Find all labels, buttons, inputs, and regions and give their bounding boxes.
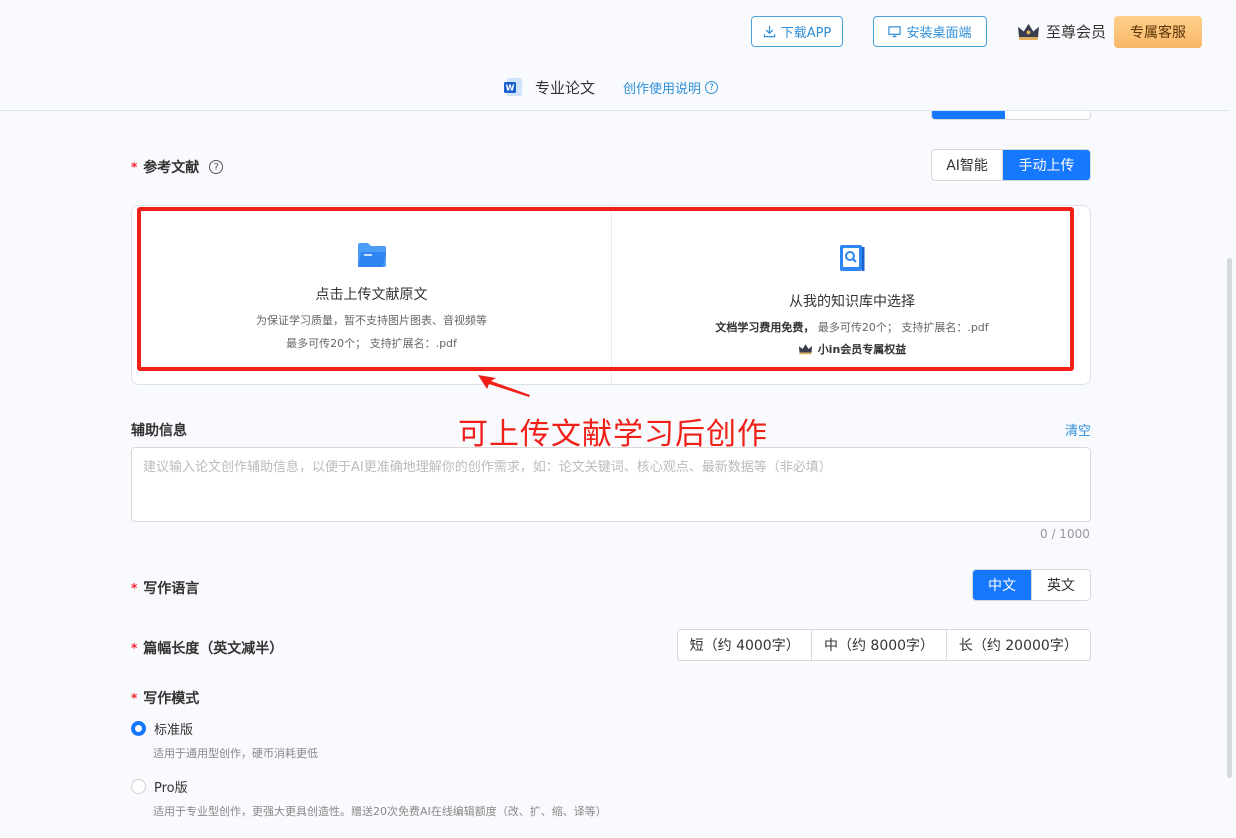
length-toggle: 短（约 4000字） 中（约 8000字） 长（约 20000字） — [677, 629, 1091, 661]
upload-note: 为保证学习质量，暂不支持图片图表、音视频等 — [256, 314, 487, 327]
length-medium-option[interactable]: 中（约 8000字） — [812, 630, 947, 660]
length-label: * 篇幅长度（英文减半） — [131, 638, 283, 658]
mode-standard-desc: 适用于通用型创作，硬币消耗更低 — [153, 747, 318, 760]
doc-type-title: W 专业论文 — [503, 76, 595, 98]
language-toggle: 中文 英文 — [972, 569, 1091, 601]
word-doc-icon: W — [504, 78, 522, 96]
guide-link[interactable]: 创作使用说明 ? — [623, 78, 719, 97]
aux-info-label-text: 辅助信息 — [131, 423, 187, 439]
manual-upload-option[interactable]: 手动上传 — [1003, 150, 1090, 180]
required-mark: * — [131, 641, 138, 655]
length-label-text: 篇幅长度（英文减半） — [143, 641, 284, 657]
exclusive-service-button[interactable]: 专属客服 — [1114, 16, 1202, 48]
download-icon — [763, 25, 775, 38]
lang-english-option[interactable]: 英文 — [1032, 570, 1090, 600]
references-label: * 参考文献 ? — [131, 157, 224, 177]
help-icon: ? — [705, 81, 719, 94]
mode-pro-radio[interactable]: Pro版 — [131, 777, 188, 796]
lang-chinese-option[interactable]: 中文 — [973, 570, 1032, 600]
knowledge-base-button[interactable]: 从我的知识库中选择 文档学习费用免费， 最多可传20个； 支持扩展名：.pdf … — [612, 206, 1092, 384]
doc-type-label: 专业论文 — [535, 78, 596, 97]
mode-standard-radio[interactable]: 标准版 — [131, 719, 193, 738]
monitor-icon — [888, 26, 902, 38]
install-desktop-button[interactable]: 安装桌面端 — [873, 16, 987, 47]
language-label: * 写作语言 — [131, 578, 199, 598]
radio-unchecked-icon — [131, 779, 146, 794]
references-label-text: 参考文献 — [143, 160, 200, 176]
radio-checked-icon — [131, 721, 146, 736]
mode-label-text: 写作模式 — [143, 691, 200, 707]
upload-original-button[interactable]: 点击上传文献原文 为保证学习质量，暂不支持图片图表、音视频等 最多可传20个； … — [132, 206, 612, 384]
clear-button[interactable]: 清空 — [1065, 420, 1091, 439]
scrollbar[interactable] — [1227, 258, 1232, 778]
crown-icon — [798, 344, 812, 355]
svg-text:W: W — [506, 84, 515, 93]
knowledge-limit-text: 最多可传20个； 支持扩展名：.pdf — [814, 321, 989, 334]
mode-pro-label: Pro版 — [154, 781, 188, 796]
mode-pro-desc: 适用于专业型创作，更强大更具创造性。赠送20次免费AI在线编辑额度（改、扩、缩、… — [153, 805, 607, 818]
download-app-label: 下载APP — [780, 26, 832, 41]
top-header: 下载APP 安装桌面端 至尊会员 专属客服 W 专业论文 创作使用说明 ? — [0, 0, 1230, 111]
upload-limit: 最多可传20个； 支持扩展名：.pdf — [286, 337, 457, 350]
mode-label: * 写作模式 — [131, 688, 199, 708]
ai-smart-option[interactable]: AI智能 — [932, 150, 1004, 180]
mode-standard-label: 标准版 — [154, 723, 194, 738]
crown-icon — [1018, 23, 1039, 41]
question-icon[interactable]: ? — [209, 160, 224, 174]
knowledge-title: 从我的知识库中选择 — [789, 294, 915, 310]
vip-benefit: 小in会员专属权益 — [798, 341, 907, 357]
member-badge[interactable]: 至尊会员 — [1017, 21, 1106, 42]
folder-icon — [357, 243, 386, 267]
references-source-toggle: AI智能 手动上传 — [931, 149, 1091, 181]
knowledge-free-text: 文档学习费用免费， — [715, 321, 815, 334]
knowledge-note: 文档学习费用免费， 最多可传20个； 支持扩展名：.pdf — [715, 319, 988, 335]
language-label-text: 写作语言 — [143, 581, 200, 597]
install-desktop-label: 安装桌面端 — [906, 26, 972, 41]
annotation-arrow-icon — [478, 375, 530, 397]
download-app-button[interactable]: 下载APP — [751, 16, 843, 47]
required-mark: * — [131, 581, 138, 595]
required-mark: * — [131, 160, 138, 174]
aux-info-input[interactable] — [131, 447, 1091, 522]
length-short-option[interactable]: 短（约 4000字） — [678, 630, 813, 660]
upload-area: 点击上传文献原文 为保证学习质量，暂不支持图片图表、音视频等 最多可传20个； … — [131, 205, 1091, 385]
upload-title: 点击上传文献原文 — [315, 287, 428, 303]
knowledge-book-icon — [840, 245, 865, 271]
guide-link-label: 创作使用说明 — [623, 82, 702, 97]
char-counter: 0 / 1000 — [1040, 527, 1090, 541]
vip-benefit-label: 小in会员专属权益 — [817, 343, 907, 356]
member-label: 至尊会员 — [1046, 23, 1107, 41]
aux-info-label: 辅助信息 — [131, 420, 187, 440]
required-mark: * — [131, 691, 138, 705]
length-long-option[interactable]: 长（约 20000字） — [947, 630, 1090, 660]
